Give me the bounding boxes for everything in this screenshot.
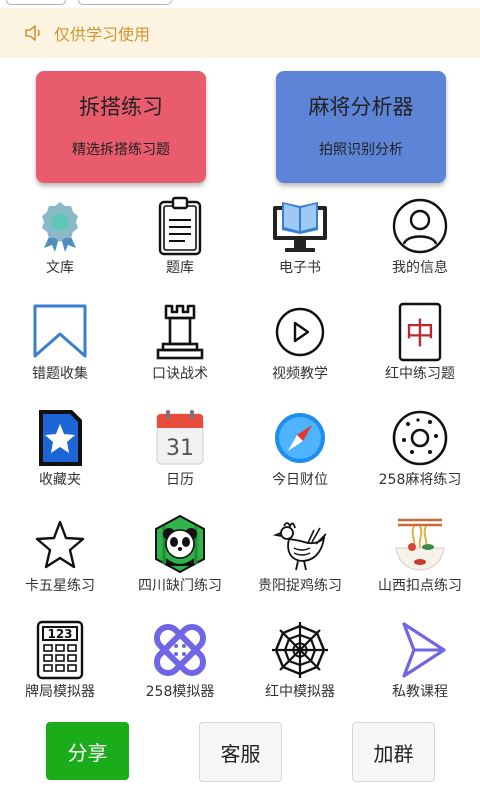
grid-item-library[interactable]: 文库 xyxy=(0,196,120,296)
calendar-day-text: 31 xyxy=(166,436,194,461)
grid-item-label: 视频教学 xyxy=(272,366,328,382)
clipboard-icon xyxy=(158,196,202,256)
grid-item-private-course[interactable]: 私教课程 xyxy=(360,620,480,720)
grid-item-label: 题库 xyxy=(166,260,194,276)
grid-item-favorites[interactable]: 收藏夹 xyxy=(0,408,120,508)
mahjong-analyzer-card[interactable]: 麻将分析器 拍照识别分析 xyxy=(276,71,446,183)
spider-web-icon xyxy=(272,622,328,678)
grid-item-daily-fortune[interactable]: 今日财位 xyxy=(240,408,360,508)
grid-item-guiyang-practice[interactable]: 贵阳捉鸡练习 xyxy=(240,514,360,614)
card-title: 麻将分析器 xyxy=(308,95,414,119)
grid-item-label: 山西扣点练习 xyxy=(378,578,462,594)
ebook-monitor-icon xyxy=(273,202,327,252)
play-icon xyxy=(275,307,325,357)
donut-icon xyxy=(392,410,448,466)
grid-item-label: 红中练习题 xyxy=(385,366,455,382)
chicken-icon xyxy=(272,522,327,571)
grid-item-calendar[interactable]: 31 日历 xyxy=(120,408,240,508)
grid-item-label: 电子书 xyxy=(279,260,321,276)
card-title: 拆搭练习 xyxy=(79,95,163,119)
grid-item-label: 日历 xyxy=(166,472,194,488)
grid-item-shanxi-practice[interactable]: 山西扣点练习 xyxy=(360,514,480,614)
grid-item-wrong-questions[interactable]: 错题收集 xyxy=(0,302,120,402)
calculator-display-text: 123 xyxy=(47,627,72,641)
grid-item-hand-simulator[interactable]: 123 牌局模拟器 xyxy=(0,620,120,720)
award-ribbon-icon xyxy=(42,202,78,252)
star-outline-icon xyxy=(35,520,85,569)
grid-item-kawuxing-practice[interactable]: 卡五星练习 xyxy=(0,514,120,614)
red-tile-glyph: 中 xyxy=(405,317,435,352)
grid-item-label: 四川缺门练习 xyxy=(138,578,222,594)
grid-item-label: 红中模拟器 xyxy=(265,684,335,700)
grid-item-video-lessons[interactable]: 视频教学 xyxy=(240,302,360,402)
bookmark-icon xyxy=(33,304,87,358)
user-profile-icon xyxy=(392,198,448,254)
grid-item-tactics[interactable]: 口诀战术 xyxy=(120,302,240,402)
grid-item-label: 牌局模拟器 xyxy=(25,684,95,700)
top-tab-stub xyxy=(6,0,66,5)
grid-item-258-simulator[interactable]: 258模拟器 xyxy=(120,620,240,720)
noodle-bowl-icon xyxy=(395,518,445,571)
calculator-icon: 123 xyxy=(36,620,84,680)
share-button[interactable]: 分享 xyxy=(46,722,129,780)
dismantle-practice-card[interactable]: 拆搭练习 精选拆搭练习题 xyxy=(36,71,206,183)
grid-item-258-practice[interactable]: 258麻将练习 xyxy=(360,408,480,508)
card-subtitle: 拍照识别分析 xyxy=(319,142,403,158)
grid-item-label: 口诀战术 xyxy=(152,366,208,382)
join-group-button[interactable]: 加群 xyxy=(352,722,435,782)
grid-item-red-dragon-practice[interactable]: 中 红中练习题 xyxy=(360,302,480,402)
grid-item-red-dragon-simulator[interactable]: 红中模拟器 xyxy=(240,620,360,720)
card-subtitle: 精选拆搭练习题 xyxy=(72,142,170,158)
grid-item-sichuan-practice[interactable]: 四川缺门练习 xyxy=(120,514,240,614)
grid-item-label: 收藏夹 xyxy=(39,472,81,488)
chess-rook-icon xyxy=(156,304,204,360)
grid-item-label: 错题收集 xyxy=(32,366,88,382)
grid-item-label: 卡五星练习 xyxy=(25,578,95,594)
grid-item-question-bank[interactable]: 题库 xyxy=(120,196,240,296)
compass-icon xyxy=(275,413,325,463)
speaker-icon xyxy=(25,25,40,41)
bandage-icon xyxy=(153,623,207,677)
grid-item-label: 贵阳捉鸡练习 xyxy=(258,578,342,594)
notice-bar: 仅供学习使用 xyxy=(0,8,480,58)
grid-item-label: 今日财位 xyxy=(272,472,328,488)
panda-icon xyxy=(155,514,205,574)
grid-item-label: 私教课程 xyxy=(392,684,448,700)
calendar-icon: 31 xyxy=(156,410,204,465)
grid-item-label: 258麻将练习 xyxy=(378,472,462,488)
grid-item-label: 我的信息 xyxy=(392,260,448,276)
red-dragon-tile-icon: 中 xyxy=(398,302,442,362)
grid-item-my-info[interactable]: 我的信息 xyxy=(360,196,480,296)
notice-text: 仅供学习使用 xyxy=(54,25,151,44)
grid-item-label: 文库 xyxy=(46,260,74,276)
grid-item-label: 258模拟器 xyxy=(145,684,215,700)
grid-item-ebook[interactable]: 电子书 xyxy=(240,196,360,296)
top-tab-stub xyxy=(78,0,172,5)
customer-service-button[interactable]: 客服 xyxy=(199,722,282,782)
favorites-star-icon xyxy=(39,410,82,466)
play-triangle-icon xyxy=(402,622,446,678)
